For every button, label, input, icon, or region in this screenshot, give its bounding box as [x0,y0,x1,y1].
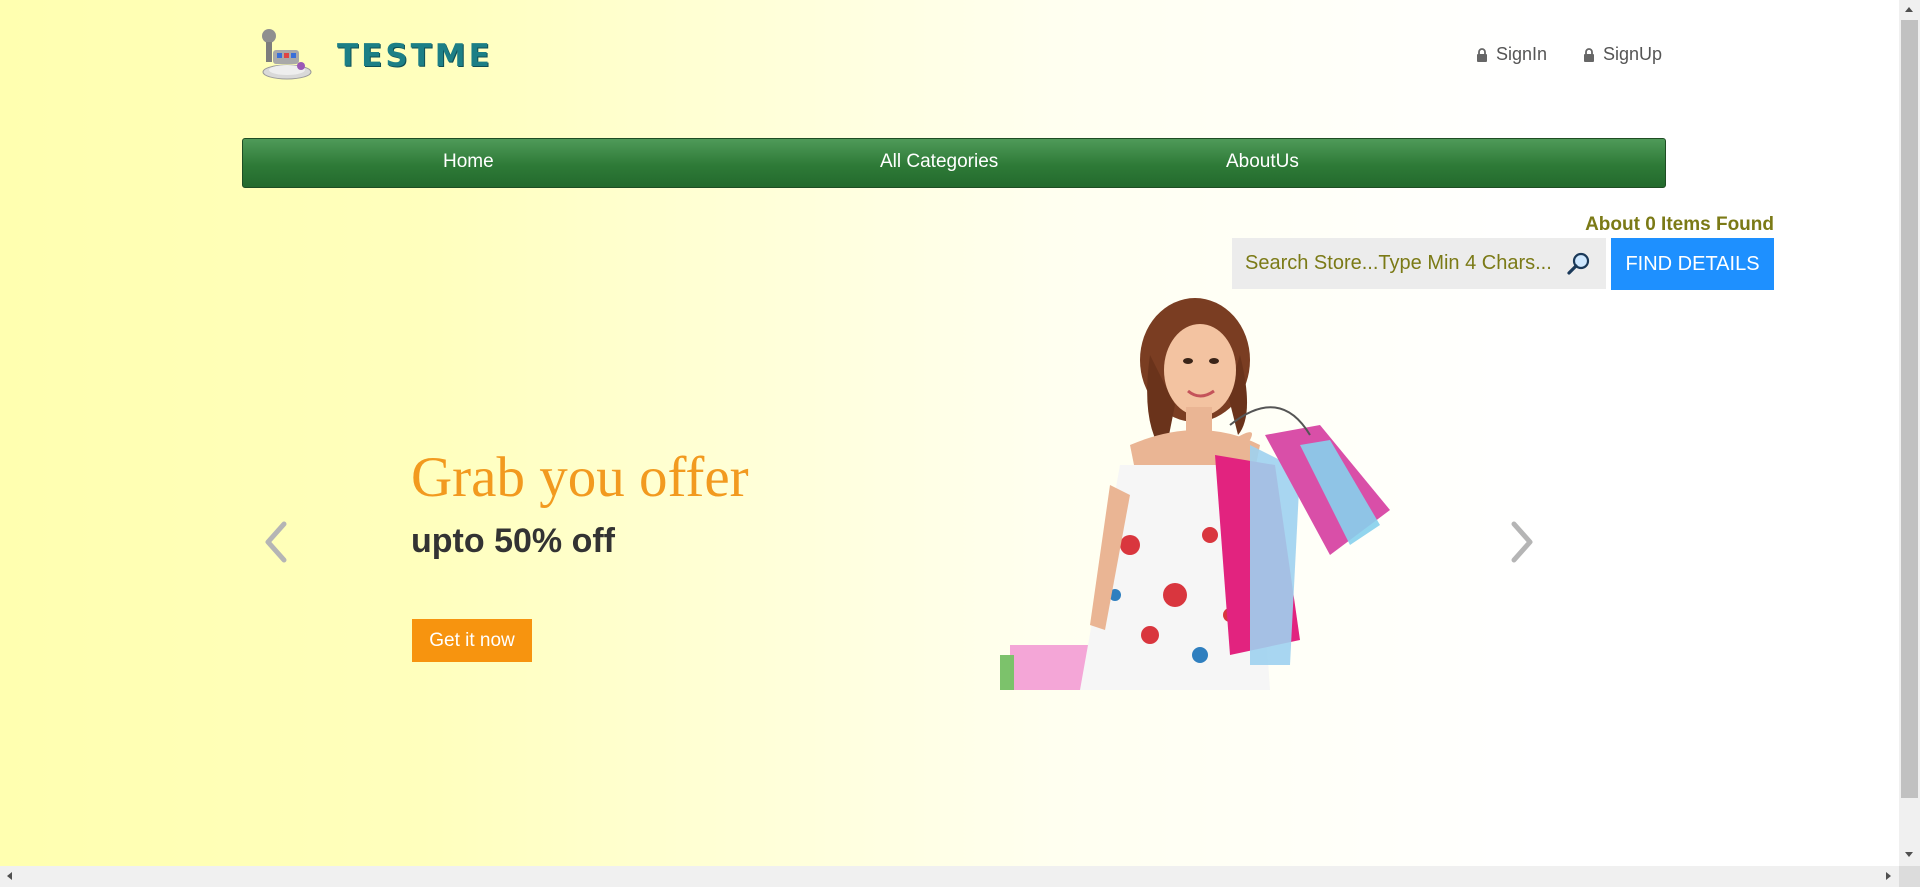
carousel-subline: upto 50% off [411,522,615,560]
get-it-now-button[interactable]: Get it now [412,619,532,662]
horizontal-scrollbar[interactable] [0,866,1899,887]
robot-logo-icon [262,29,312,80]
nav-item-home[interactable]: Home [443,151,494,173]
items-found-count: About 0 Items Found [1585,214,1774,235]
signin-link[interactable]: SignIn [1476,44,1547,65]
search-input[interactable] [1232,238,1562,289]
logo-text: TESTME [337,38,493,74]
site-logo[interactable]: TESTME [255,26,495,86]
find-details-button[interactable]: FIND DETAILS [1611,238,1774,290]
nav-item-aboutus[interactable]: AboutUs [1226,151,1299,173]
lock-icon [1477,47,1487,62]
search-box [1232,238,1606,289]
chevron-left-icon[interactable] [258,514,294,570]
signup-link[interactable]: SignUp [1583,44,1662,65]
signup-label: SignUp [1603,44,1663,64]
search-icon[interactable] [1566,251,1592,277]
chevron-right-icon[interactable] [1504,514,1540,570]
scrollbar-corner [1899,866,1920,887]
nav-item-all-categories[interactable]: All Categories [880,151,998,173]
hero-image [1000,298,1390,690]
carousel-headline: Grab you offer [411,446,749,509]
signin-label: SignIn [1496,44,1548,64]
vertical-scrollbar[interactable] [1899,0,1920,866]
lock-icon [1584,47,1594,62]
vertical-scroll-thumb[interactable] [1901,20,1918,798]
main-navbar: Home All Categories AboutUs [242,138,1666,188]
